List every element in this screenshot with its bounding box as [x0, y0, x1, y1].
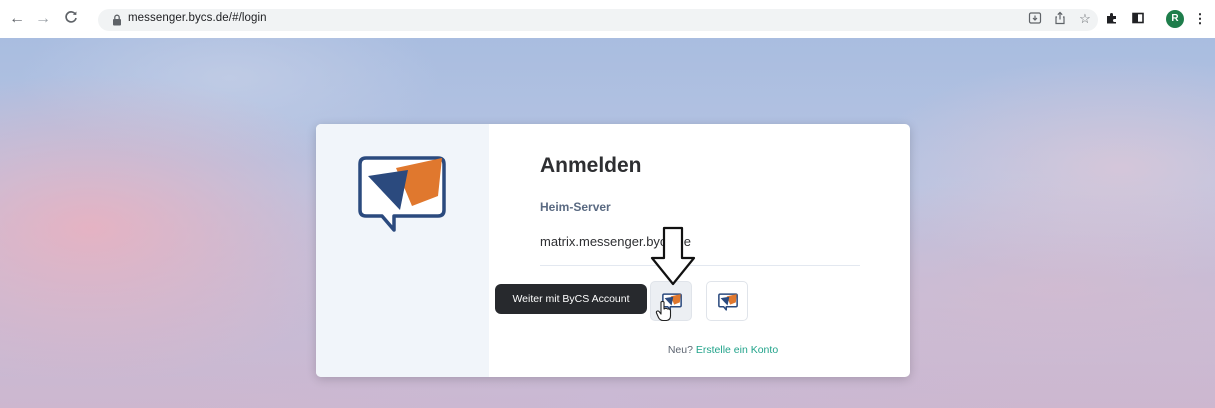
reload-icon[interactable]	[62, 10, 80, 28]
sso-tooltip: Weiter mit ByCS Account	[495, 284, 647, 314]
homeserver-label: Heim-Server	[540, 200, 611, 214]
login-card: Anmelden Heim-Server matrix.messenger.by…	[316, 124, 910, 377]
page-title: Anmelden	[540, 154, 642, 177]
extensions-puzzle-icon[interactable]	[1104, 11, 1120, 27]
menu-kebab-icon[interactable]: ⋮	[1192, 11, 1208, 27]
arrow-right-icon[interactable]: →	[34, 10, 52, 28]
share-icon[interactable]	[1052, 11, 1068, 27]
card-sidebar	[316, 124, 489, 377]
divider	[540, 265, 860, 266]
arrow-left-icon[interactable]: ←	[8, 10, 26, 28]
hand-cursor-icon	[655, 300, 673, 322]
signup-link[interactable]: Erstelle ein Konto	[696, 344, 778, 356]
install-app-icon[interactable]	[1027, 11, 1043, 27]
sso-secondary-button[interactable]	[706, 281, 748, 321]
signup-row: Neu? Erstelle ein Konto	[316, 344, 910, 356]
bookmark-star-icon[interactable]: ☆	[1077, 11, 1093, 27]
profile-avatar[interactable]: R	[1166, 10, 1184, 28]
signup-prefix: Neu?	[667, 344, 693, 356]
lock-icon[interactable]	[112, 13, 122, 26]
url-text[interactable]: messenger.bycs.de/#/login	[128, 12, 267, 24]
messenger-logo-icon	[356, 154, 448, 234]
bycs-logo-icon	[718, 293, 738, 311]
annotation-arrow-down-icon	[650, 226, 696, 286]
side-panel-icon[interactable]	[1130, 11, 1146, 27]
browser-toolbar: ← → messenger.bycs.de/#/login ☆ R ⋮	[0, 0, 1215, 38]
